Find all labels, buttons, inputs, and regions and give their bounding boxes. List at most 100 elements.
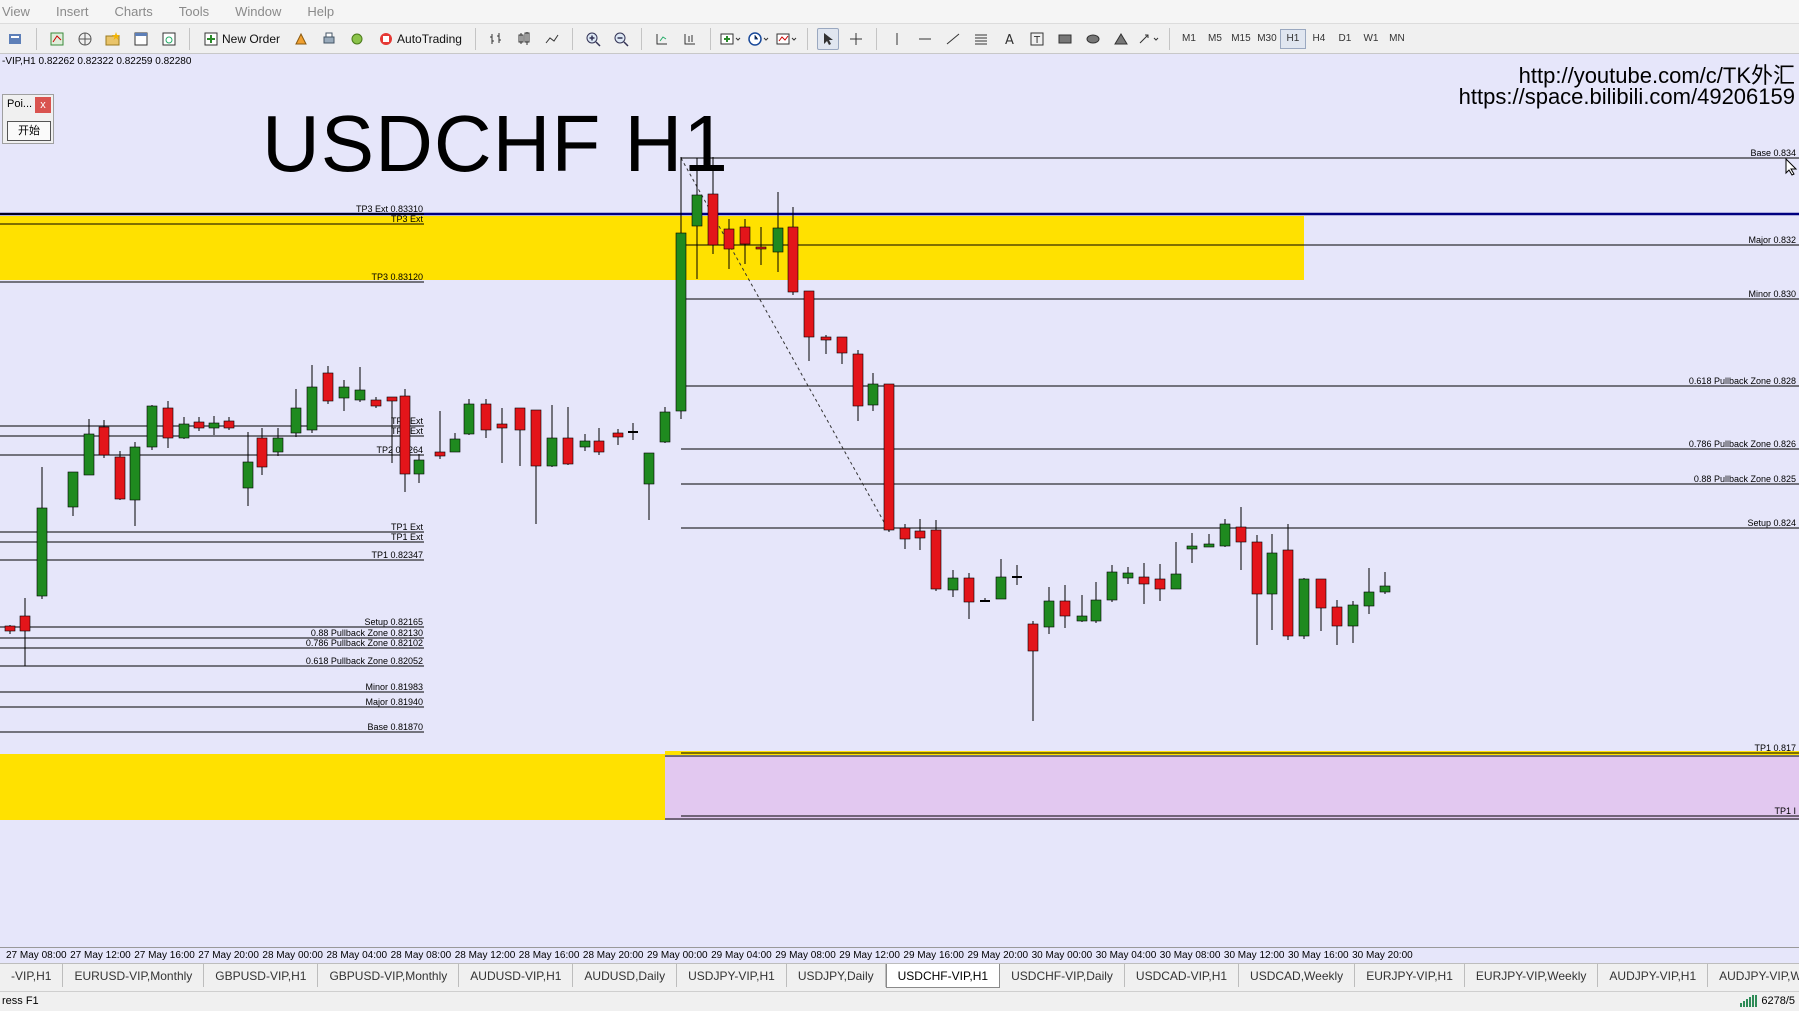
chart-tab[interactable]: GBPUSD-VIP,Monthly xyxy=(318,964,460,987)
trendline-icon[interactable] xyxy=(942,28,964,50)
candle xyxy=(322,366,334,404)
chart-tab[interactable]: USDCHF-VIP,Daily xyxy=(1000,964,1125,987)
indicators-icon[interactable] xyxy=(720,28,742,50)
right-level-label: Setup 0.824 xyxy=(1747,518,1796,528)
chart-tab[interactable]: USDCAD-VIP,H1 xyxy=(1125,964,1240,987)
cursor-icon[interactable] xyxy=(816,27,839,50)
menu-help[interactable]: Help xyxy=(307,4,334,19)
bar-chart-icon[interactable] xyxy=(485,28,507,50)
price-chart[interactable]: Base 0.834 Major 0.832 Minor 0.830 0.618 Pu… xyxy=(0,54,1799,947)
chart-tab[interactable]: AUDUSD-VIP,H1 xyxy=(459,964,574,987)
chart-tab[interactable]: AUDUSD,Daily xyxy=(573,964,678,987)
candlestick-icon[interactable] xyxy=(513,28,535,50)
chart-shift-icon[interactable] xyxy=(651,28,673,50)
time-label: 30 May 16:00 xyxy=(1288,950,1349,961)
channel-icon[interactable] xyxy=(970,28,992,50)
autotrading-button[interactable]: AutoTrading xyxy=(374,28,466,50)
time-label: 29 May 00:00 xyxy=(647,950,708,961)
menu-window[interactable]: Window xyxy=(235,4,281,19)
chart-tab[interactable]: -VIP,H1 xyxy=(0,964,64,987)
chart-tab[interactable]: EURUSD-VIP,Monthly xyxy=(63,964,205,987)
candle xyxy=(306,365,318,433)
folder-star-icon[interactable] xyxy=(102,28,124,50)
candle xyxy=(963,573,975,619)
right-level-label: Base 0.834 xyxy=(1750,148,1796,158)
candle xyxy=(980,598,990,602)
time-label: 28 May 04:00 xyxy=(326,950,388,961)
left-level-label: TP3 Ext 0.83310 xyxy=(356,204,423,214)
timeframe-d1[interactable]: D1 xyxy=(1332,29,1358,49)
text-label-icon[interactable]: T xyxy=(1026,28,1048,50)
arrows-icon[interactable] xyxy=(1138,28,1160,50)
chart-tab[interactable]: EURJPY-VIP,Weekly xyxy=(1465,964,1599,987)
candle xyxy=(1298,578,1310,639)
chart-tab[interactable]: AUDJPY-VIP,Weekly xyxy=(1708,964,1799,987)
timeframe-h1[interactable]: H1 xyxy=(1279,28,1306,49)
templates-icon[interactable] xyxy=(776,28,798,50)
left-level-label: 0.786 Pullback Zone 0.82102 xyxy=(306,638,423,648)
horizontal-line-icon[interactable] xyxy=(914,28,936,50)
ellipse-icon[interactable] xyxy=(1082,28,1104,50)
candle xyxy=(162,401,174,448)
candle xyxy=(129,442,141,526)
chart-tab[interactable]: AUDJPY-VIP,H1 xyxy=(1598,964,1709,987)
chart-tab[interactable]: USDJPY,Daily xyxy=(787,964,886,987)
toolbar-separator xyxy=(571,27,573,50)
new-order-button[interactable]: New Order xyxy=(199,28,284,50)
profiles-icon[interactable] xyxy=(5,28,27,50)
chart-tab[interactable]: USDCAD,Weekly xyxy=(1239,964,1356,987)
chart-tab[interactable]: EURJPY-VIP,H1 xyxy=(1355,964,1465,987)
candle xyxy=(1090,582,1102,623)
auto-scroll-icon[interactable] xyxy=(679,28,701,50)
close-button[interactable]: x xyxy=(35,97,51,113)
zoom-out-icon[interactable] xyxy=(610,28,632,50)
crosshair-icon[interactable] xyxy=(845,28,867,50)
timeframe-m15[interactable]: M15 xyxy=(1228,29,1254,49)
menu-charts[interactable]: Charts xyxy=(114,4,152,19)
chart-tab[interactable]: USDCHF-VIP,H1 xyxy=(885,964,1001,988)
candle xyxy=(1043,587,1055,634)
candle xyxy=(995,559,1007,600)
candle xyxy=(1251,535,1263,645)
timeframe-m5[interactable]: M5 xyxy=(1202,29,1228,49)
timeframe-m30[interactable]: M30 xyxy=(1254,29,1280,49)
candle xyxy=(820,335,832,354)
bilibili-url: https://space.bilibili.com/49206159 xyxy=(1458,84,1795,109)
candle xyxy=(803,290,815,361)
periods-icon[interactable] xyxy=(748,28,770,50)
terminal-icon[interactable] xyxy=(130,28,152,50)
printer-icon[interactable] xyxy=(318,28,340,50)
tp1-target-zone xyxy=(665,756,1799,820)
time-label: 30 May 08:00 xyxy=(1159,950,1221,961)
strategy-tester-icon[interactable] xyxy=(158,28,180,50)
candle xyxy=(1331,600,1343,645)
signals-icon[interactable] xyxy=(346,28,368,50)
triangle-icon[interactable] xyxy=(1110,28,1132,50)
line-chart-icon[interactable] xyxy=(541,28,563,50)
rectangle-icon[interactable] xyxy=(1054,28,1076,50)
market-watch-icon[interactable] xyxy=(46,28,68,50)
menu-insert[interactable]: Insert xyxy=(56,4,89,19)
time-label: 28 May 12:00 xyxy=(454,950,516,961)
navigator-icon[interactable] xyxy=(74,28,96,50)
candle xyxy=(1219,519,1231,547)
menu-tools[interactable]: Tools xyxy=(179,4,209,19)
candle xyxy=(930,520,942,591)
candle xyxy=(178,417,190,439)
mouse-cursor-icon xyxy=(1785,158,1798,176)
vertical-line-icon[interactable] xyxy=(886,28,908,50)
zoom-in-icon[interactable] xyxy=(582,28,604,50)
time-label: 27 May 16:00 xyxy=(134,950,195,961)
timeframe-mn[interactable]: MN xyxy=(1384,29,1410,49)
timeframe-h4[interactable]: H4 xyxy=(1306,29,1332,49)
toolbar-separator xyxy=(806,27,808,50)
chart-tab[interactable]: USDJPY-VIP,H1 xyxy=(677,964,787,987)
metaeditor-icon[interactable] xyxy=(290,28,312,50)
start-button[interactable]: 开始 xyxy=(7,121,51,141)
timeframe-m1[interactable]: M1 xyxy=(1176,29,1202,49)
timeframe-w1[interactable]: W1 xyxy=(1358,29,1384,49)
menu-view[interactable]: View xyxy=(2,4,30,19)
text-icon[interactable]: A xyxy=(998,28,1020,50)
chart-tab[interactable]: GBPUSD-VIP,H1 xyxy=(204,964,319,987)
chart-title: USDCHF H1 xyxy=(262,99,729,188)
